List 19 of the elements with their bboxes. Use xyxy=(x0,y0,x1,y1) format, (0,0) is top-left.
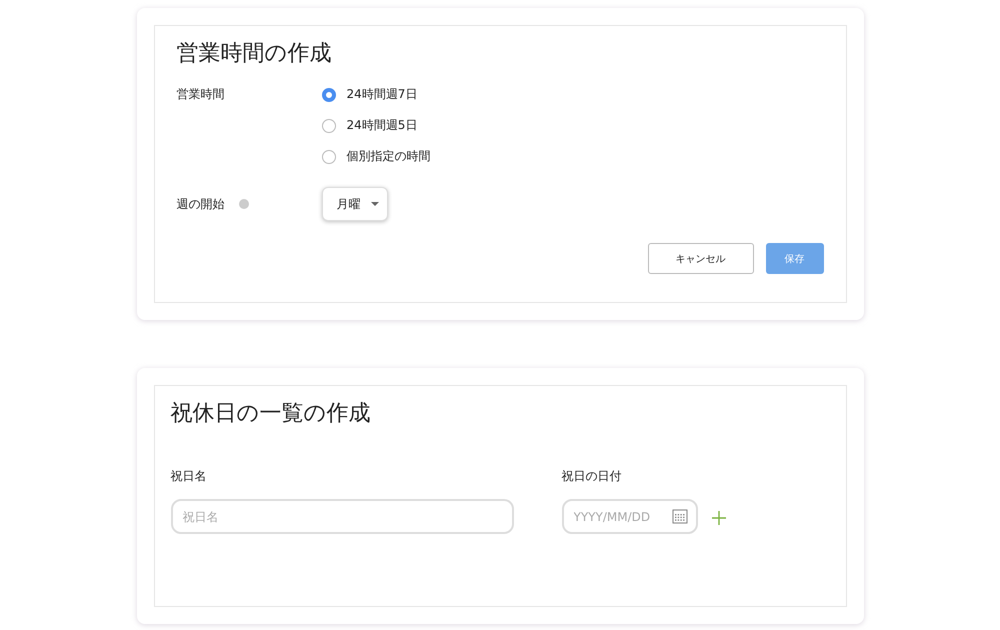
radio-option[interactable]: 24時間週7日 xyxy=(322,86,430,103)
radio-icon[interactable] xyxy=(322,88,336,102)
holiday-name-label: 祝日名 xyxy=(170,468,208,485)
radio-option[interactable]: 個別指定の時間 xyxy=(322,148,430,165)
add-button[interactable] xyxy=(712,511,726,525)
card-title: 祝休日の一覧の作成 xyxy=(170,400,372,428)
radio-icon[interactable] xyxy=(322,150,336,164)
cancel-button[interactable]: キャンセル xyxy=(648,243,754,274)
date-field[interactable]: YYYY/MM/DD xyxy=(562,499,698,534)
calendar-icon[interactable] xyxy=(672,508,688,524)
radio-option[interactable]: 24時間週5日 xyxy=(322,117,430,134)
holiday-date-label: 祝日の日付 xyxy=(562,468,622,485)
hours-label: 営業時間 xyxy=(176,86,224,103)
holiday-name-field[interactable]: 祝日名 xyxy=(170,499,514,534)
week-start-label: 週の開始 xyxy=(176,196,224,212)
radio-icon[interactable] xyxy=(322,118,336,132)
card-title: 営業時間の作成 xyxy=(176,40,332,68)
caret-icon xyxy=(370,202,378,206)
week-start-dropdown[interactable]: 月曜 xyxy=(322,187,388,221)
